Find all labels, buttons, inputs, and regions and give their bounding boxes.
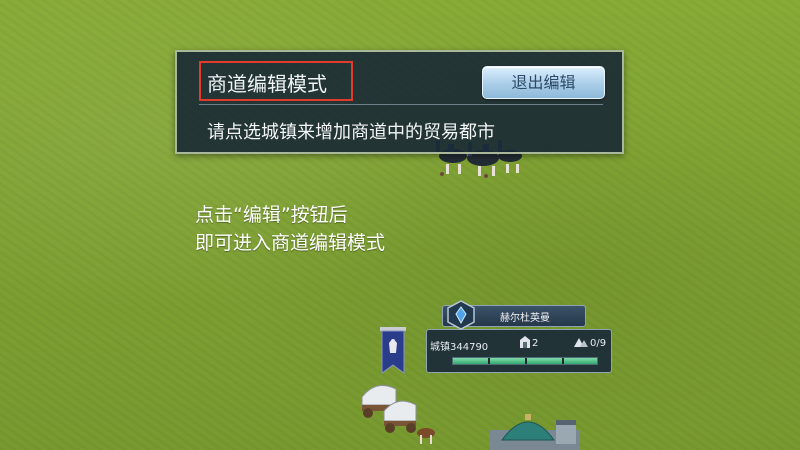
city-castle-sprite[interactable]: [490, 410, 580, 450]
panel-divider: [199, 104, 603, 105]
blue-crystal-emblem-icon: [446, 300, 476, 330]
tent-icon: [574, 337, 588, 347]
guild-flag-icon: [380, 327, 406, 374]
troop-count: 0/9: [590, 338, 607, 349]
city-health-bar: [452, 357, 598, 365]
panel-title: 商道编辑模式: [207, 72, 327, 96]
building-icon: [520, 336, 530, 348]
tutorial-tip-line2: 即可进入商道编辑模式: [195, 232, 386, 254]
guild-flag[interactable]: [380, 327, 406, 377]
exit-edit-button[interactable]: 退出编辑: [482, 66, 605, 99]
health-segment-divider: [562, 358, 564, 364]
city-name: 赫尔杜英曼: [500, 313, 550, 324]
building-count: 2: [532, 338, 539, 349]
panel-instruction: 请点选城镇来增加商道中的贸易都市: [207, 122, 495, 143]
tutorial-tip-line1: 点击“编辑”按钮后: [195, 204, 348, 226]
health-segment-divider: [525, 358, 527, 364]
health-segment-divider: [488, 358, 490, 364]
town-id-label: 城镇344790: [430, 342, 489, 353]
caravan-wagon-sprite[interactable]: [356, 375, 440, 447]
trade-route-edit-panel: 商道编辑模式 退出编辑 请点选城镇来增加商道中的贸易都市: [175, 50, 624, 154]
